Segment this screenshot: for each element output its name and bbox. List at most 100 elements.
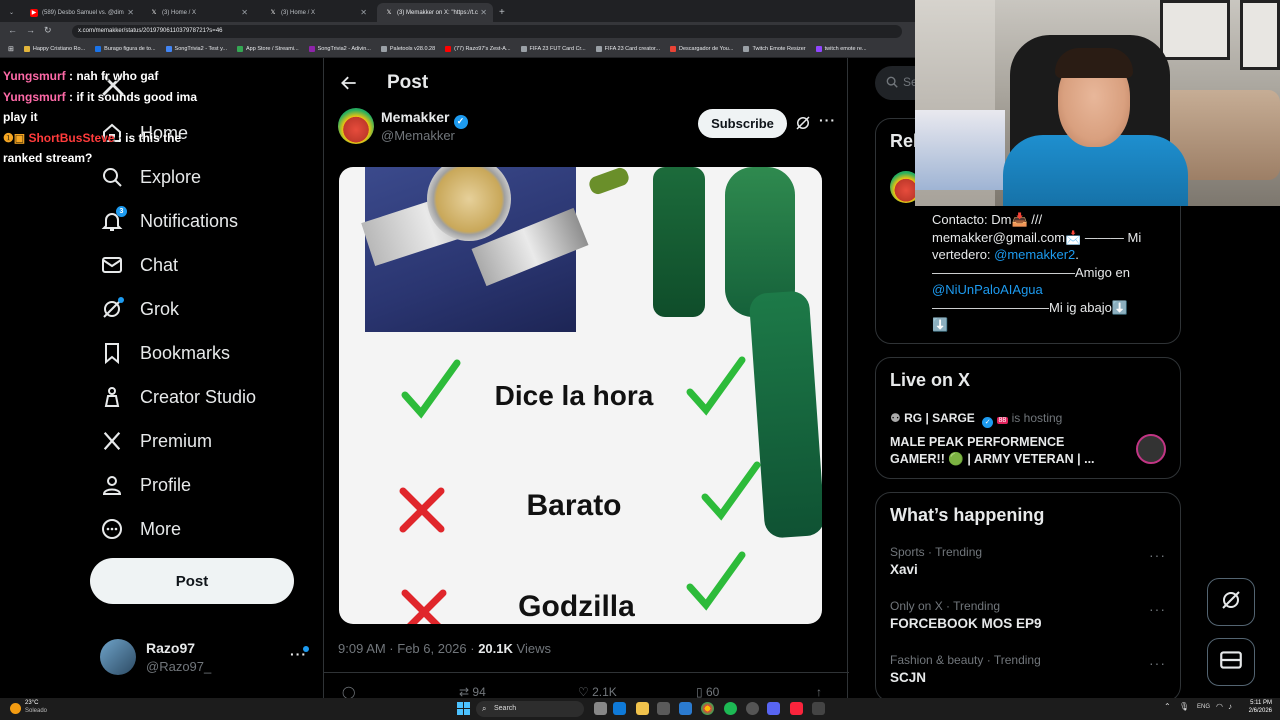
- author-avatar[interactable]: [338, 108, 374, 144]
- music-icon[interactable]: [790, 702, 803, 715]
- avatar[interactable]: [100, 639, 136, 675]
- repost-button[interactable]: ⇄ 94: [459, 685, 486, 699]
- wifi-icon[interactable]: ◠: [1216, 702, 1223, 711]
- nav-notifications[interactable]: 3 Notifications: [100, 205, 238, 237]
- share-button[interactable]: ↑: [816, 685, 822, 699]
- nav-bookmarks[interactable]: Bookmarks: [100, 337, 230, 369]
- live-host-avatar[interactable]: [1136, 434, 1166, 464]
- tab-youtube[interactable]: ▶ (589) Desbo Samuel vs. @dim ✕: [22, 3, 140, 22]
- nav-profile[interactable]: Profile: [100, 469, 191, 501]
- mail-icon: [1218, 647, 1244, 678]
- grok-icon[interactable]: [794, 114, 812, 137]
- tab-search-button[interactable]: ⌄: [6, 3, 20, 22]
- nav-creator-studio[interactable]: Creator Studio: [100, 381, 256, 413]
- mail-app-icon[interactable]: [679, 702, 692, 715]
- trend-item[interactable]: Only on X · Trending FORCEBOOK MOS EP9: [890, 599, 1170, 631]
- tab-label: (3) Home / X: [281, 9, 316, 16]
- bookmark-item[interactable]: Happy Cristiano Ro...: [23, 46, 85, 52]
- messages-float-button[interactable]: [1207, 638, 1255, 686]
- author-handle[interactable]: @Memakker: [381, 128, 455, 143]
- post-image[interactable]: Dice la hora Barato Godzilla: [339, 167, 822, 624]
- url-field[interactable]: x.com/memakker/status/201979061103797872…: [72, 25, 902, 38]
- trend-more-button[interactable]: ···: [1149, 601, 1166, 617]
- windows-start-icon[interactable]: [457, 702, 470, 715]
- nav-premium[interactable]: Premium: [100, 425, 212, 457]
- bookmark-item[interactable]: (77) Razo97's Zest-A...: [445, 46, 511, 52]
- bookmark-button[interactable]: ▯ 60: [696, 685, 719, 699]
- back-arrow-icon[interactable]: [339, 73, 359, 98]
- grok-float-button[interactable]: [1207, 578, 1255, 626]
- app-icon[interactable]: [812, 702, 825, 715]
- chevron-up-icon[interactable]: ⌃: [1164, 702, 1171, 711]
- live-title: Live on X: [890, 370, 971, 390]
- page-title: Post: [387, 72, 429, 93]
- mention-link[interactable]: @memakker2: [994, 247, 1075, 262]
- chrome-icon[interactable]: [701, 702, 714, 715]
- nav-grok[interactable]: Grok: [100, 293, 179, 325]
- account-handle: @Razo97_: [146, 659, 212, 674]
- share-icon: ↑: [816, 685, 822, 699]
- trend-item[interactable]: Sports · Trending Xavi: [890, 545, 1170, 577]
- like-button[interactable]: ♡ 2.1K: [578, 685, 617, 699]
- bookmark-item[interactable]: Paletools v28.0.28: [380, 46, 435, 52]
- close-icon[interactable]: ✕: [241, 8, 248, 17]
- live-tag: 88: [996, 417, 1009, 424]
- language-indicator[interactable]: ENG: [1197, 704, 1210, 710]
- host-avatar-icon: ⚉: [890, 411, 901, 425]
- microphone-icon[interactable]: 🎙: [1179, 702, 1189, 711]
- bookmark-item[interactable]: FIFA 23 Card creator...: [595, 46, 660, 52]
- post-more-button[interactable]: ···: [819, 112, 836, 128]
- bookmark-item[interactable]: FIFA 23 FUT Card Cr...: [520, 46, 586, 52]
- edge-icon[interactable]: [613, 702, 626, 715]
- cross-mark-icon: [397, 485, 447, 535]
- new-tab-button[interactable]: +: [496, 3, 512, 22]
- weather-icon[interactable]: [10, 703, 21, 714]
- trend-item[interactable]: Fashion & beauty · Trending SCJN: [890, 653, 1170, 685]
- live-description[interactable]: MALE PEAK PERFORMENCE GAMER!! 🟢 | ARMY V…: [890, 434, 1120, 468]
- bookmark-item[interactable]: App Store / Streami...: [237, 46, 299, 52]
- bookmark-favicon: [380, 46, 387, 52]
- tab-home-x-2[interactable]: 𝕏 (3) Home / X ✕: [261, 3, 373, 22]
- trend-more-button[interactable]: ···: [1149, 547, 1166, 563]
- discord-icon[interactable]: [767, 702, 780, 715]
- post-button[interactable]: Post: [90, 558, 294, 604]
- bookmark-item[interactable]: SongTrivia2 - Test y...: [165, 46, 227, 52]
- back-arrow-icon[interactable]: ←: [8, 25, 17, 35]
- clock-time[interactable]: 5:11 PM: [1242, 700, 1272, 706]
- live-host-row[interactable]: ⚉ RG | SARGE ✓ 88 is hosting: [890, 411, 1062, 428]
- watch-face: [427, 167, 511, 241]
- tab-home-x-1[interactable]: 𝕏 (3) Home / X ✕: [142, 3, 254, 22]
- author-name[interactable]: Memakker ✓: [381, 109, 468, 129]
- apps-grid-icon[interactable]: ⊞: [8, 45, 14, 53]
- nav-chat[interactable]: Chat: [100, 249, 178, 281]
- store-icon[interactable]: [657, 702, 670, 715]
- bookmarks-bar: ⊞ Happy Cristiano Ro... Burago figura de…: [0, 41, 915, 58]
- bookmark-favicon: [670, 46, 677, 52]
- bookmark-item[interactable]: SongTrivia2 - Adivin...: [308, 46, 371, 52]
- post-timestamp: 9:09 AM · Feb 6, 2026 · 20.1K Views: [338, 641, 551, 656]
- bookmark-item[interactable]: Burago figura de to...: [95, 46, 156, 52]
- close-icon[interactable]: ✕: [127, 8, 134, 17]
- bookmark-item[interactable]: twitch emote re...: [815, 46, 867, 52]
- nav-more[interactable]: More: [100, 513, 181, 545]
- bookmark-item[interactable]: Descargador de You...: [670, 46, 733, 52]
- whats-happening-card: What’s happening Sports · Trending Xavi …: [875, 492, 1181, 702]
- clock-date[interactable]: 2/6/2026: [1242, 708, 1272, 714]
- reply-button[interactable]: ◯: [342, 685, 355, 699]
- subscribe-button[interactable]: Subscribe: [698, 109, 787, 138]
- trend-more-button[interactable]: ···: [1149, 655, 1166, 671]
- obs-icon[interactable]: [746, 702, 759, 715]
- task-view-icon[interactable]: [594, 702, 607, 715]
- forward-arrow-icon[interactable]: →: [26, 25, 35, 35]
- close-icon[interactable]: ✕: [480, 8, 487, 17]
- bookmark-item[interactable]: Twitch Emote Resizer: [743, 46, 806, 52]
- taskbar-search[interactable]: ⌕ Search: [476, 701, 584, 717]
- file-explorer-icon[interactable]: [636, 702, 649, 715]
- reload-icon[interactable]: ↻: [44, 25, 52, 36]
- tab-memakker-post[interactable]: 𝕏 (3) Memakker on X: "https://t.c ✕: [377, 3, 493, 22]
- main-column: Post Memakker ✓ @Memakker Subscribe ··· D…: [323, 58, 849, 699]
- volume-icon[interactable]: ♪: [1228, 702, 1232, 711]
- close-icon[interactable]: ✕: [360, 8, 367, 17]
- mention-link[interactable]: @NiUnPaloAIAgua: [932, 281, 1172, 299]
- spotify-icon[interactable]: [724, 702, 737, 715]
